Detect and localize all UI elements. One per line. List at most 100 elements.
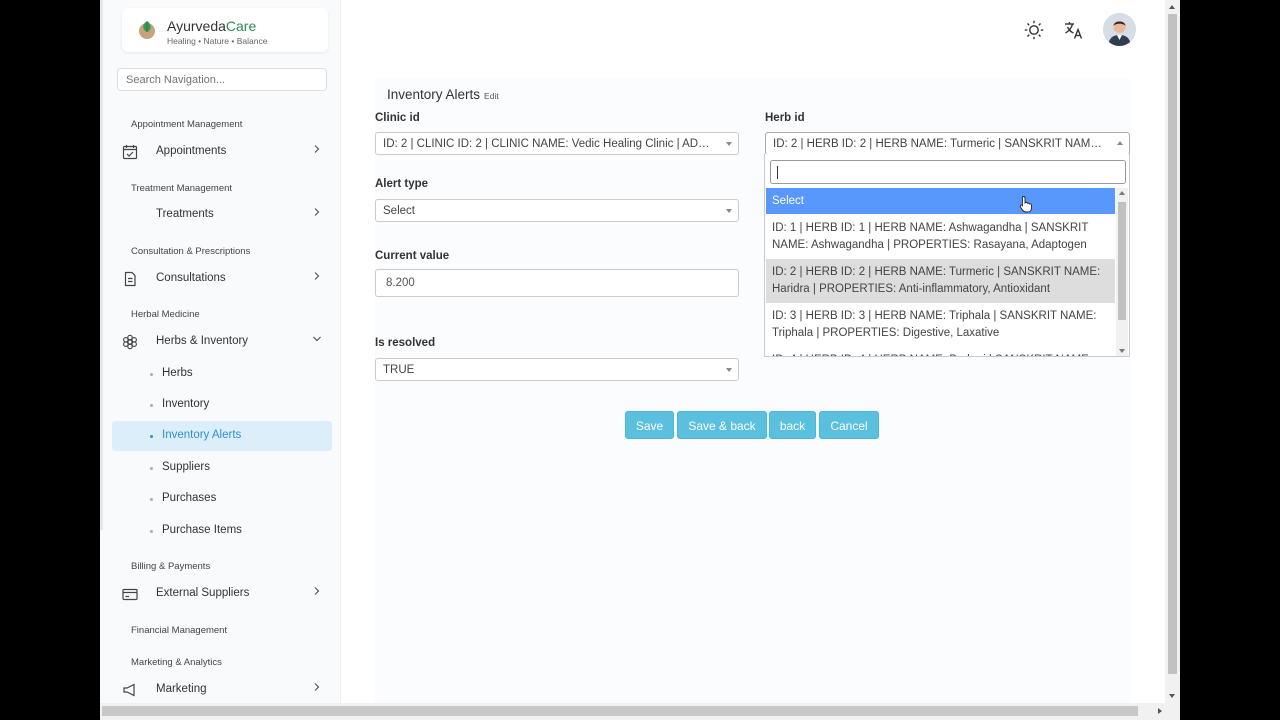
document-icon <box>124 271 136 287</box>
back-button[interactable]: back <box>769 411 816 439</box>
page-title: Inventory Alerts Edit <box>387 87 499 102</box>
user-avatar-icon <box>1103 13 1136 46</box>
clinic-id-value: ID: 2 | CLINIC ID: 2 | CLINIC NAME: Vedi… <box>383 138 739 150</box>
alert-type-value: Select <box>383 205 415 217</box>
flower-icon <box>123 334 137 350</box>
text-caret <box>777 166 778 179</box>
dropdown-option[interactable]: Select <box>766 188 1115 214</box>
bullet-icon <box>150 498 153 501</box>
herb-id-value: ID: 2 | HERB ID: 2 | HERB NAME: Turmeric… <box>773 138 1130 150</box>
herb-id-label: Herb id <box>765 112 805 124</box>
alert-type-label: Alert type <box>375 178 429 190</box>
sidebar-item-label: Treatments <box>156 208 214 220</box>
sidebar-item-external-suppliers[interactable]: External Suppliers <box>112 579 332 609</box>
sidebar-subitem-label: Purchases <box>162 492 217 504</box>
sidebar-subitem-inventory-alerts[interactable]: Inventory Alerts <box>112 421 332 451</box>
dropdown-scroll-thumb[interactable] <box>1118 202 1126 320</box>
section-treatment-management: Treatment Management <box>131 183 233 194</box>
sidebar-subitem-inventory[interactable]: Inventory <box>112 390 332 420</box>
section-billing-payments: Billing & Payments <box>131 561 211 572</box>
sidebar-subitem-label: Inventory <box>162 398 210 410</box>
sidebar-item-consultations[interactable]: Consultations <box>112 264 332 294</box>
alert-type-select[interactable]: Select <box>375 199 739 222</box>
hand-pointer-icon <box>1019 196 1032 213</box>
cancel-button[interactable]: Cancel <box>819 411 879 439</box>
save-button[interactable]: Save <box>625 411 674 439</box>
sidebar-item-label: Consultations <box>156 272 226 284</box>
section-consultation-prescriptions: Consultation & Prescriptions <box>131 246 251 257</box>
sidebar-subitem-herbs[interactable]: Herbs <box>112 359 332 389</box>
scroll-up-icon <box>1169 5 1175 9</box>
brand-logo[interactable]: AyurvedaCare Healing • Nature • Balance <box>122 8 328 52</box>
bullet-icon <box>150 435 153 438</box>
edit-tag: Edit <box>484 91 499 101</box>
dropdown-option[interactable]: ID: 4 | HERB ID: 4 | HERB NAME: Brahmi |… <box>766 347 1115 356</box>
page-vertical-scrollbar[interactable] <box>1165 0 1180 703</box>
sidebar-subitem-purchases[interactable]: Purchases <box>112 484 332 514</box>
herb-id-dropdown: Select ID: 1 | HERB ID: 1 | HERB NAME: A… <box>764 154 1130 357</box>
section-marketing-analytics: Marketing & Analytics <box>131 657 222 668</box>
sidebar-subitem-suppliers[interactable]: Suppliers <box>112 453 332 483</box>
bullet-icon <box>150 530 153 533</box>
chevron-right-icon <box>314 208 320 216</box>
sidebar-item-marketing[interactable]: Marketing <box>112 675 332 703</box>
horizontal-scroll-thumb[interactable] <box>102 706 1138 716</box>
section-appointment-management: Appointment Management <box>131 119 243 130</box>
sidebar-item-herbs-inventory[interactable]: Herbs & Inventory <box>112 327 332 357</box>
chevron-right-icon <box>314 587 320 595</box>
herb-id-select[interactable]: ID: 2 | HERB ID: 2 | HERB NAME: Turmeric… <box>765 132 1130 155</box>
credit-card-icon <box>122 588 138 601</box>
save-and-back-button[interactable]: Save & back <box>677 411 767 439</box>
scroll-up-icon <box>1119 191 1125 195</box>
dropdown-arrow-icon <box>726 368 732 372</box>
page-horizontal-scrollbar[interactable] <box>100 703 1180 720</box>
dropdown-option-selected[interactable]: ID: 2 | HERB ID: 2 | HERB NAME: Turmeric… <box>766 259 1115 303</box>
brand-name: AyurvedaCare <box>167 18 257 34</box>
dropdown-arrow-icon <box>1117 141 1123 145</box>
sidebar-subitem-label: Herbs <box>162 367 193 379</box>
chevron-right-icon <box>314 145 320 153</box>
megaphone-icon <box>123 683 135 697</box>
sidebar-subitem-label: Suppliers <box>162 461 210 473</box>
scroll-down-icon <box>1119 349 1125 353</box>
dropdown-arrow-icon <box>726 209 732 213</box>
sidebar-item-treatments[interactable]: Treatments <box>112 200 332 230</box>
sidebar-item-label: Appointments <box>156 145 227 157</box>
dropdown-option[interactable]: ID: 3 | HERB ID: 3 | HERB NAME: Triphala… <box>766 303 1115 347</box>
clinic-id-select[interactable]: ID: 2 | CLINIC ID: 2 | CLINIC NAME: Vedi… <box>375 132 739 155</box>
vertical-scroll-thumb[interactable] <box>1168 14 1177 674</box>
translate-icon[interactable] <box>1063 19 1085 41</box>
scroll-down-icon <box>1169 694 1175 698</box>
clinic-id-label: Clinic id <box>375 112 420 124</box>
current-value-text: 8.200 <box>386 277 415 289</box>
chevron-right-icon <box>314 683 320 691</box>
sidebar: AyurvedaCare Healing • Nature • Balance … <box>100 0 341 703</box>
chevron-right-icon <box>314 272 320 280</box>
sidebar-item-label: External Suppliers <box>156 587 250 599</box>
dropdown-arrow-icon <box>726 142 732 146</box>
sidebar-subitem-label: Purchase Items <box>162 524 242 536</box>
bullet-icon <box>150 373 153 376</box>
sun-icon[interactable] <box>1023 19 1045 41</box>
dropdown-scrollbar[interactable] <box>1116 188 1128 356</box>
is-resolved-label: Is resolved <box>375 337 436 349</box>
nav-search-input[interactable] <box>117 68 327 91</box>
app-window: AyurvedaCare Healing • Nature • Balance … <box>100 0 1180 720</box>
is-resolved-select[interactable]: TRUE <box>375 358 739 381</box>
sidebar-item-label: Herbs & Inventory <box>156 335 249 347</box>
bullet-icon <box>150 467 153 470</box>
dropdown-search-input[interactable] <box>770 160 1126 184</box>
current-value-input[interactable]: 8.200 <box>375 269 739 297</box>
section-financial-management: Financial Management <box>131 625 228 636</box>
current-value-label: Current value <box>375 250 450 262</box>
dropdown-option[interactable]: ID: 1 | HERB ID: 1 | HERB NAME: Ashwagan… <box>766 215 1115 259</box>
sidebar-edge <box>100 0 103 530</box>
bullet-icon <box>150 404 153 407</box>
scroll-right-icon <box>1158 708 1162 714</box>
chevron-down-icon <box>313 336 321 342</box>
is-resolved-value: TRUE <box>383 364 415 376</box>
brand-tagline: Healing • Nature • Balance <box>167 36 268 46</box>
user-avatar[interactable] <box>1103 13 1136 46</box>
sidebar-subitem-purchase-items[interactable]: Purchase Items <box>112 516 332 546</box>
sidebar-item-appointments[interactable]: Appointments <box>112 137 332 167</box>
